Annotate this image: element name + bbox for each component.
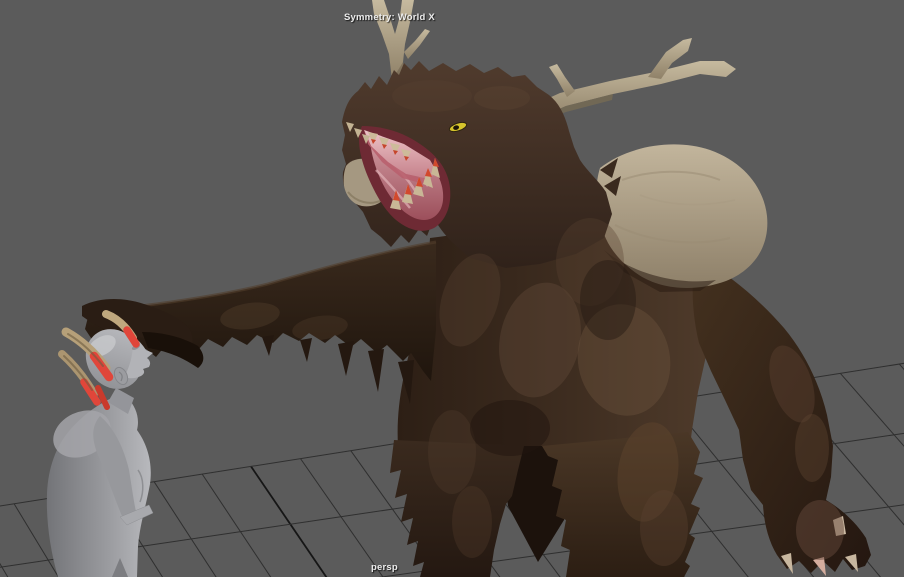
hud-symmetry-status: Symmetry: World X (344, 12, 435, 23)
monster-model[interactable] (82, 0, 871, 577)
hud-camera-label: persp (371, 562, 398, 573)
viewport-canvas[interactable]: Symmetry: World X persp (0, 0, 904, 577)
scene-3d (0, 0, 904, 577)
